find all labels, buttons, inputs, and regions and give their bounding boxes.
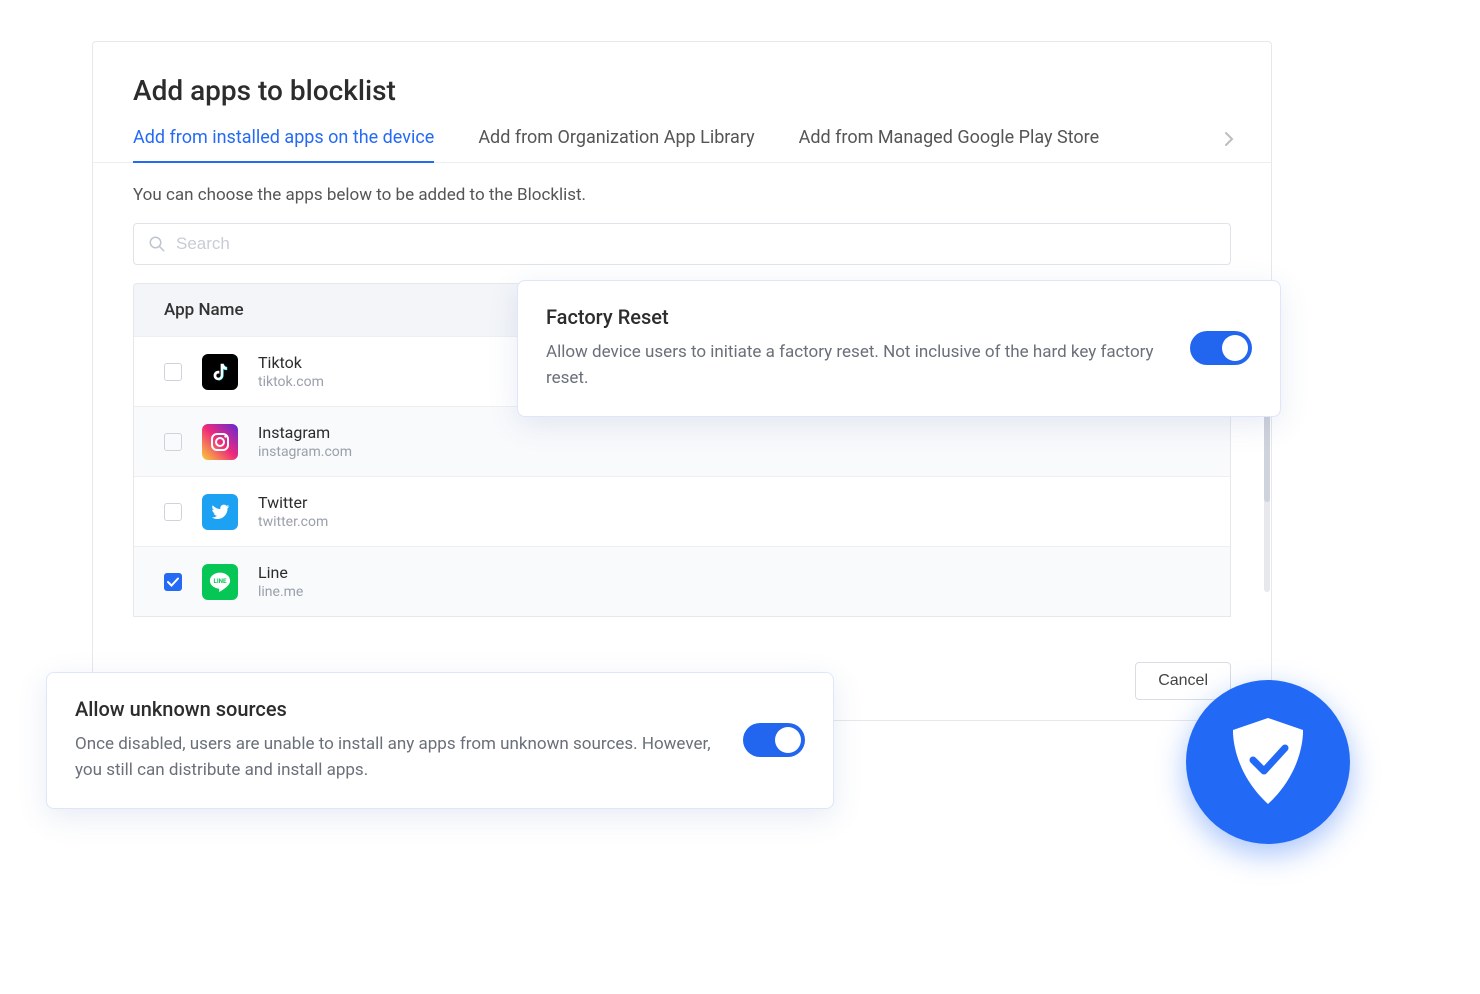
unknown-sources-toggle[interactable] xyxy=(743,723,805,757)
app-icon-instagram xyxy=(202,424,238,460)
app-name: Instagram xyxy=(258,423,352,442)
card-content: Allow unknown sources Once disabled, use… xyxy=(75,697,719,784)
tabs-bar: Add from installed apps on the device Ad… xyxy=(93,127,1271,163)
cancel-button[interactable]: Cancel xyxy=(1135,662,1231,700)
hint-text: You can choose the apps below to be adde… xyxy=(133,185,1231,205)
checkbox-twitter[interactable] xyxy=(164,503,182,521)
app-sub: instagram.com xyxy=(258,444,352,460)
app-name: Line xyxy=(258,563,303,582)
tab-org-library[interactable]: Add from Organization App Library xyxy=(478,127,754,162)
app-name: Twitter xyxy=(258,493,328,512)
shield-check-icon xyxy=(1225,714,1311,810)
app-info: Twitter twitter.com xyxy=(258,493,328,530)
search-box[interactable] xyxy=(133,223,1231,265)
dialog-header: Add apps to blocklist xyxy=(93,42,1271,127)
factory-reset-title: Factory Reset xyxy=(546,305,1166,329)
app-row-twitter[interactable]: Twitter twitter.com xyxy=(134,476,1230,546)
app-icon-twitter xyxy=(202,494,238,530)
shield-check-badge xyxy=(1186,680,1350,844)
checkbox-instagram[interactable] xyxy=(164,433,182,451)
search-input[interactable] xyxy=(176,234,1216,254)
app-row-line[interactable]: LINE Line line.me xyxy=(134,546,1230,616)
dialog-title: Add apps to blocklist xyxy=(133,74,1231,107)
search-icon xyxy=(148,235,166,253)
checkbox-line[interactable] xyxy=(164,573,182,591)
factory-reset-card: Factory Reset Allow device users to init… xyxy=(517,280,1281,417)
app-sub: tiktok.com xyxy=(258,374,324,390)
app-info: Tiktok tiktok.com xyxy=(258,353,324,390)
card-content: Factory Reset Allow device users to init… xyxy=(546,305,1166,392)
tabs-scroll-right-icon[interactable] xyxy=(1223,129,1235,153)
app-icon-line: LINE xyxy=(202,564,238,600)
app-sub: twitter.com xyxy=(258,514,328,530)
tab-installed-apps[interactable]: Add from installed apps on the device xyxy=(133,127,434,162)
app-info: Line line.me xyxy=(258,563,303,600)
svg-text:LINE: LINE xyxy=(213,576,227,584)
app-info: Instagram instagram.com xyxy=(258,423,352,460)
app-icon-tiktok xyxy=(202,354,238,390)
unknown-sources-desc: Once disabled, users are unable to insta… xyxy=(75,731,719,784)
app-name: Tiktok xyxy=(258,353,324,372)
unknown-sources-card: Allow unknown sources Once disabled, use… xyxy=(46,672,834,809)
dialog-footer: Cancel xyxy=(1135,662,1231,700)
app-sub: line.me xyxy=(258,584,303,600)
unknown-sources-title: Allow unknown sources xyxy=(75,697,719,721)
tab-managed-play[interactable]: Add from Managed Google Play Store xyxy=(799,127,1100,162)
checkbox-tiktok[interactable] xyxy=(164,363,182,381)
factory-reset-toggle[interactable] xyxy=(1190,331,1252,365)
factory-reset-desc: Allow device users to initiate a factory… xyxy=(546,339,1166,392)
